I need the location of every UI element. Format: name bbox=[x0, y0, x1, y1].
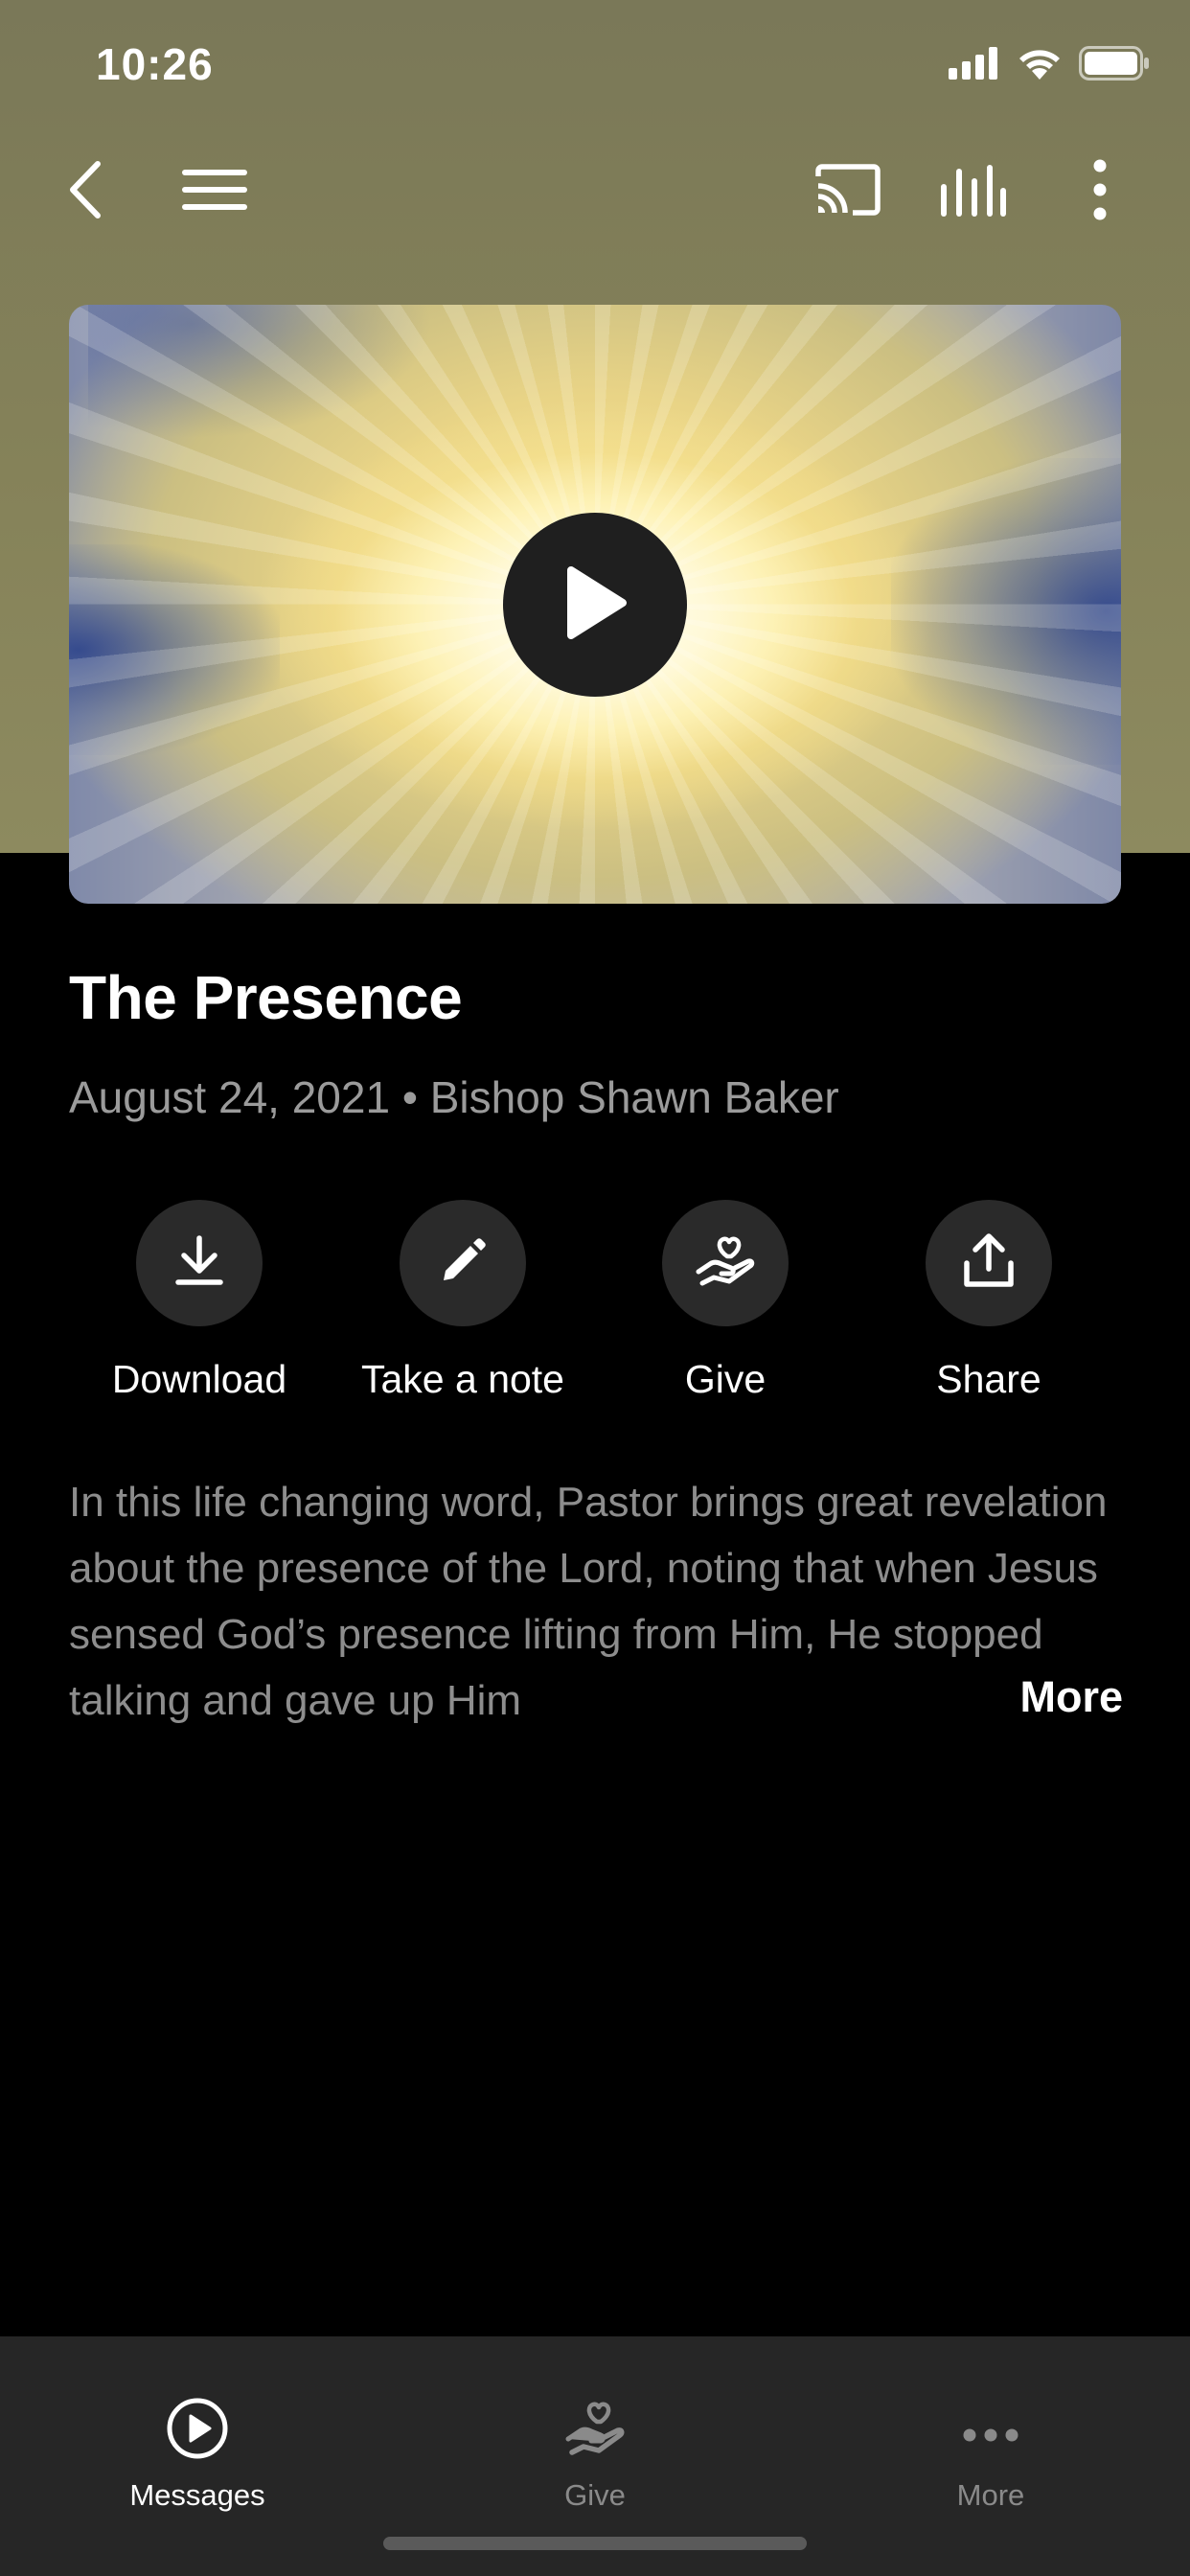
sermon-meta: August 24, 2021 • Bishop Shawn Baker bbox=[69, 1072, 839, 1122]
download-icon bbox=[174, 1234, 224, 1293]
tab-give-label: Give bbox=[564, 2478, 626, 2512]
cast-icon bbox=[814, 163, 881, 221]
tab-more-label: More bbox=[956, 2478, 1025, 2512]
pencil-icon bbox=[438, 1236, 488, 1291]
give-hand-heart-icon bbox=[564, 2397, 626, 2465]
tab-messages-label: Messages bbox=[129, 2478, 265, 2512]
share-label: Share bbox=[936, 1357, 1041, 1401]
download-button[interactable] bbox=[136, 1200, 263, 1326]
tab-more-icon-wrap bbox=[847, 2336, 1134, 2471]
take-note-button[interactable] bbox=[400, 1200, 526, 1326]
tab-messages[interactable]: Messages bbox=[54, 2336, 341, 2513]
wifi-icon bbox=[1018, 47, 1062, 84]
status-icons bbox=[949, 46, 1150, 85]
sermon-detail-screen: 10:26 The Presence August 24, 2021 • Bis… bbox=[0, 0, 1190, 2576]
play-circle-icon bbox=[166, 2397, 229, 2465]
play-icon bbox=[561, 564, 629, 646]
description-more-link[interactable]: More bbox=[1019, 1672, 1123, 1722]
more-horizontal-icon bbox=[962, 2427, 1019, 2465]
navigation-bar bbox=[0, 144, 1190, 240]
give-label: Give bbox=[684, 1357, 767, 1401]
download-action[interactable]: Download bbox=[75, 1200, 324, 1402]
download-label: Download bbox=[111, 1357, 287, 1401]
sermon-title: The Presence bbox=[69, 963, 463, 1032]
tab-give[interactable]: Give bbox=[451, 2336, 739, 2513]
tab-give-icon-wrap bbox=[451, 2336, 739, 2471]
menu-icon bbox=[182, 168, 249, 217]
home-indicator bbox=[383, 2537, 807, 2550]
give-button[interactable] bbox=[662, 1200, 789, 1326]
share-action[interactable]: Share bbox=[864, 1200, 1113, 1402]
battery-icon bbox=[1079, 46, 1150, 85]
menu-button[interactable] bbox=[177, 144, 254, 240]
more-options-button[interactable] bbox=[1071, 144, 1129, 240]
audio-bars-icon bbox=[939, 163, 1006, 221]
audio-button[interactable] bbox=[934, 144, 1011, 240]
cellular-signal-icon bbox=[949, 47, 1000, 84]
status-bar: 10:26 bbox=[0, 0, 1190, 134]
tab-messages-icon-wrap bbox=[54, 2336, 341, 2471]
share-button[interactable] bbox=[926, 1200, 1052, 1326]
more-vertical-icon bbox=[1092, 159, 1108, 225]
back-button[interactable] bbox=[57, 144, 115, 240]
back-chevron-icon bbox=[67, 160, 105, 224]
status-time: 10:26 bbox=[96, 39, 214, 89]
take-note-action[interactable]: Take a note bbox=[338, 1200, 587, 1402]
share-icon bbox=[962, 1232, 1016, 1295]
tab-more[interactable]: More bbox=[847, 2336, 1134, 2513]
video-thumbnail[interactable] bbox=[69, 305, 1121, 904]
give-action[interactable]: Give bbox=[601, 1200, 850, 1402]
take-note-label: Take a note bbox=[361, 1357, 564, 1401]
play-button[interactable] bbox=[503, 513, 687, 697]
give-hand-heart-icon bbox=[695, 1231, 756, 1296]
action-row: Download Take a note Give Share bbox=[0, 1200, 1190, 1420]
cast-button[interactable] bbox=[810, 144, 886, 240]
